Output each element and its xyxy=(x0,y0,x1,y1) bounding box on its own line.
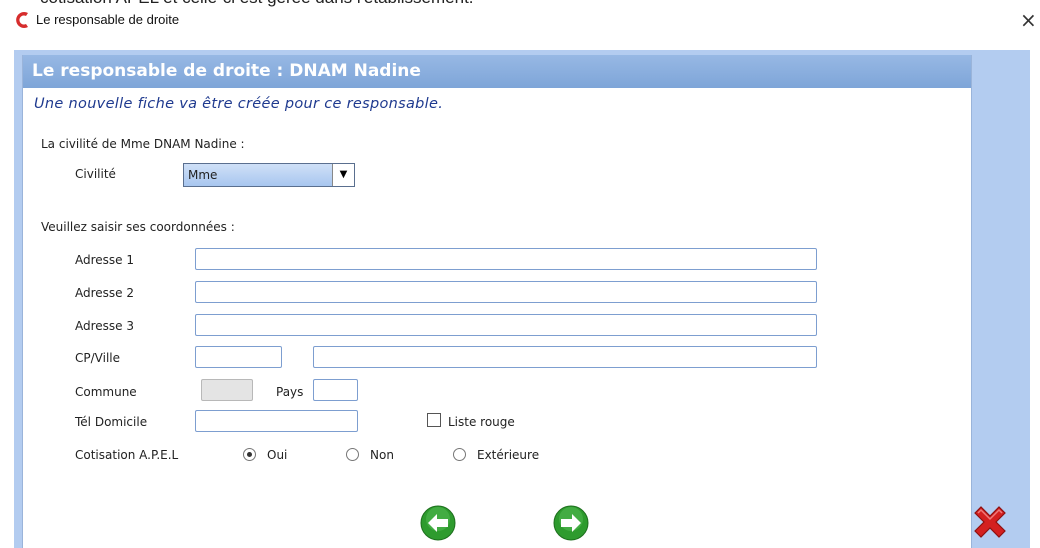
tel-label: Tél Domicile xyxy=(75,415,148,429)
liste-rouge-label: Liste rouge xyxy=(448,415,515,429)
civility-select[interactable]: Mme ▼ xyxy=(183,163,355,187)
window-titlebar: Le responsable de droite × xyxy=(0,0,1040,40)
cpville-label: CP/Ville xyxy=(75,351,120,365)
panel-header: Le responsable de droite : DNAM Nadine xyxy=(23,55,971,88)
arrow-right-icon[interactable] xyxy=(553,505,589,541)
arrow-left-icon[interactable] xyxy=(420,505,456,541)
red-x-icon[interactable] xyxy=(970,502,1010,542)
adresse2-field[interactable] xyxy=(195,281,817,303)
cotisation-label: Cotisation A.P.E.L xyxy=(75,448,179,462)
adresse3-label: Adresse 3 xyxy=(75,319,135,333)
chevron-down-icon[interactable]: ▼ xyxy=(332,164,354,186)
liste-rouge-checkbox[interactable] xyxy=(427,413,441,427)
window-title: Le responsable de droite xyxy=(36,12,180,27)
civility-label: Civilité xyxy=(75,167,116,181)
app-logo-icon xyxy=(16,11,28,28)
cotisation-exterieure-radio[interactable] xyxy=(453,448,466,461)
adresse1-field[interactable] xyxy=(195,248,817,270)
adresse1-label: Adresse 1 xyxy=(75,253,135,267)
coords-section-label: Veuillez saisir ses coordonnées : xyxy=(41,220,235,234)
civility-value: Mme xyxy=(188,168,218,182)
ville-field[interactable] xyxy=(313,346,817,368)
intro-text: Une nouvelle fiche va être créée pour ce… xyxy=(34,96,444,112)
cp-field[interactable] xyxy=(195,346,282,368)
adresse2-label: Adresse 2 xyxy=(75,286,135,300)
close-window-button[interactable]: × xyxy=(1020,10,1037,30)
adresse3-field[interactable] xyxy=(195,314,817,336)
commune-label: Commune xyxy=(75,385,137,399)
pays-label: Pays xyxy=(276,385,304,399)
cotisation-non-label: Non xyxy=(370,448,394,462)
civility-section-label: La civilité de Mme DNAM Nadine : xyxy=(41,137,245,151)
cotisation-exterieure-label: Extérieure xyxy=(477,448,540,462)
cotisation-non-radio[interactable] xyxy=(346,448,359,461)
cotisation-oui-label: Oui xyxy=(267,448,288,462)
cotisation-oui-radio[interactable] xyxy=(243,448,256,461)
pays-field[interactable] xyxy=(313,379,358,401)
commune-field xyxy=(201,379,253,401)
main-panel: Le responsable de droite : DNAM Nadine U… xyxy=(22,55,972,548)
tel-field[interactable] xyxy=(195,410,358,432)
